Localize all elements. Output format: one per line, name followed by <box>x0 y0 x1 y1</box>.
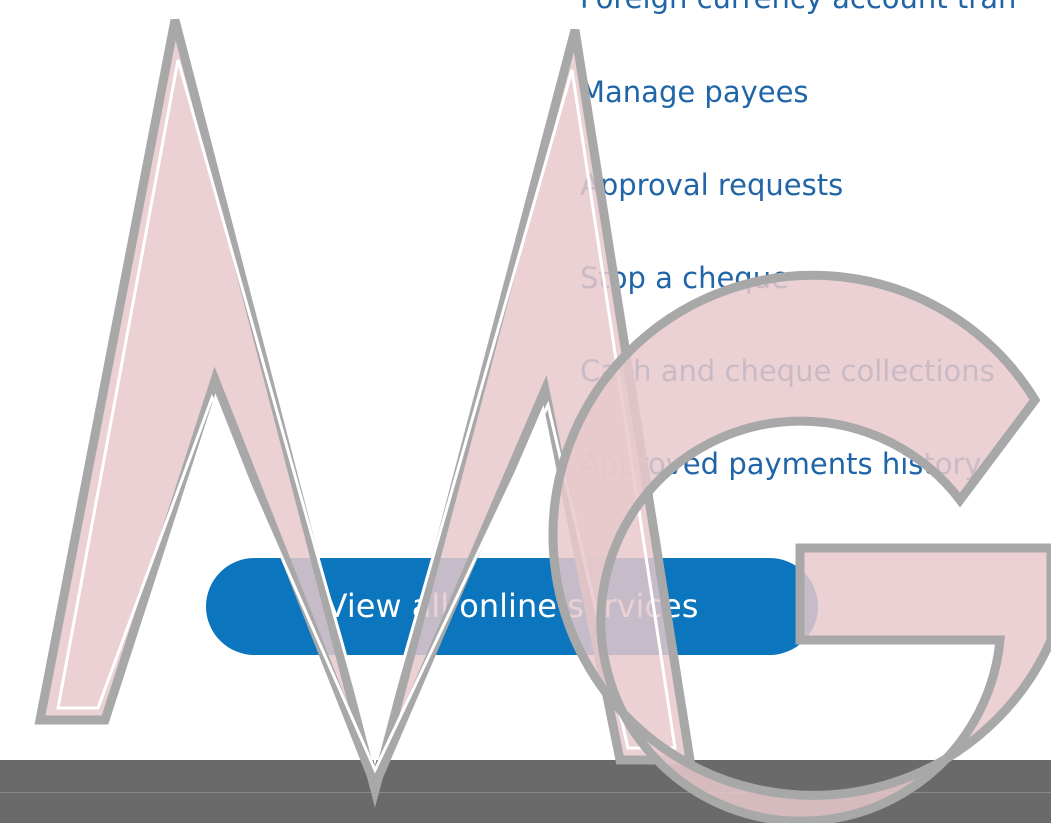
view-all-online-services-button[interactable]: View all online services <box>206 558 818 655</box>
approval-requests-link[interactable]: Approval requests <box>580 165 843 205</box>
watermark-letter-m <box>34 18 696 808</box>
stop-cheque-link[interactable]: Stop a cheque <box>580 258 789 298</box>
cash-cheque-collections-link[interactable]: Cash and cheque collections <box>580 351 995 391</box>
footer-divider <box>0 792 1051 793</box>
manage-payees-link[interactable]: Manage payees <box>580 72 809 112</box>
approved-payments-history-link[interactable]: Approved payments history <box>580 444 982 484</box>
mg-watermark-logo <box>34 18 1051 823</box>
foreign-currency-transfer-link[interactable]: Foreign currency account tran <box>580 0 1016 18</box>
footer-bar <box>0 760 1051 823</box>
